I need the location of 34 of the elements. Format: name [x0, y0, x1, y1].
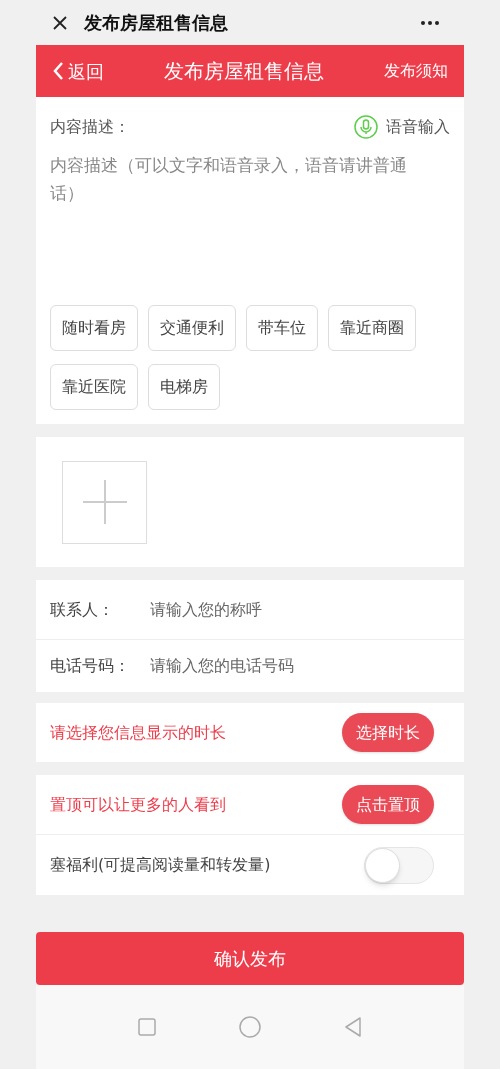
- triangle-left-icon[interactable]: [344, 1017, 363, 1037]
- welfare-label: 塞福利(可提高阅读量和转发量): [50, 854, 271, 876]
- back-button[interactable]: 返回: [52, 57, 104, 85]
- voice-input-button[interactable]: 语音输入: [354, 115, 450, 139]
- select-duration-button[interactable]: 选择时长: [342, 713, 434, 752]
- tag-chip[interactable]: 交通便利: [148, 305, 236, 351]
- pin-top-button[interactable]: 点击置顶: [342, 785, 434, 824]
- description-label: 内容描述：: [50, 116, 130, 138]
- welfare-toggle[interactable]: [364, 846, 434, 884]
- window-title: 发布房屋租售信息: [84, 11, 228, 35]
- field-label: 联系人：: [50, 598, 115, 621]
- circle-icon[interactable]: [239, 1016, 261, 1038]
- duration-prompt: 请选择您信息显示的时长: [50, 721, 226, 744]
- confirm-button[interactable]: 确认发布: [36, 932, 464, 985]
- close-icon[interactable]: [52, 14, 68, 31]
- description-field[interactable]: 内容描述（可以文字和语音录入，语音请讲普通话）: [36, 139, 464, 301]
- add-photo-button[interactable]: [62, 460, 147, 544]
- microphone-icon: [354, 115, 378, 139]
- text-input-field[interactable]: 请输入您的称呼: [150, 597, 450, 622]
- field-label: 电话号码：: [50, 655, 131, 677]
- tag-chip[interactable]: 随时看房: [50, 305, 138, 351]
- more-icon[interactable]: [420, 19, 440, 26]
- tag-chip[interactable]: 靠近商圈: [328, 305, 416, 351]
- tag-chip[interactable]: 靠近医院: [50, 364, 138, 410]
- square-icon[interactable]: [137, 1018, 156, 1036]
- page-title: 发布房屋租售信息: [163, 58, 325, 85]
- pin-prompt: 置顶可以让更多的人看到: [50, 793, 226, 816]
- plus-icon: [82, 480, 127, 524]
- chevron-left-icon: [52, 61, 64, 81]
- toggle-knob: [365, 847, 400, 883]
- tag-chip[interactable]: 带车位: [246, 305, 318, 351]
- tag-chip[interactable]: 电梯房: [148, 364, 220, 410]
- text-input-field[interactable]: 请输入您的电话号码: [150, 654, 450, 678]
- notice-link[interactable]: 发布须知: [384, 59, 448, 83]
